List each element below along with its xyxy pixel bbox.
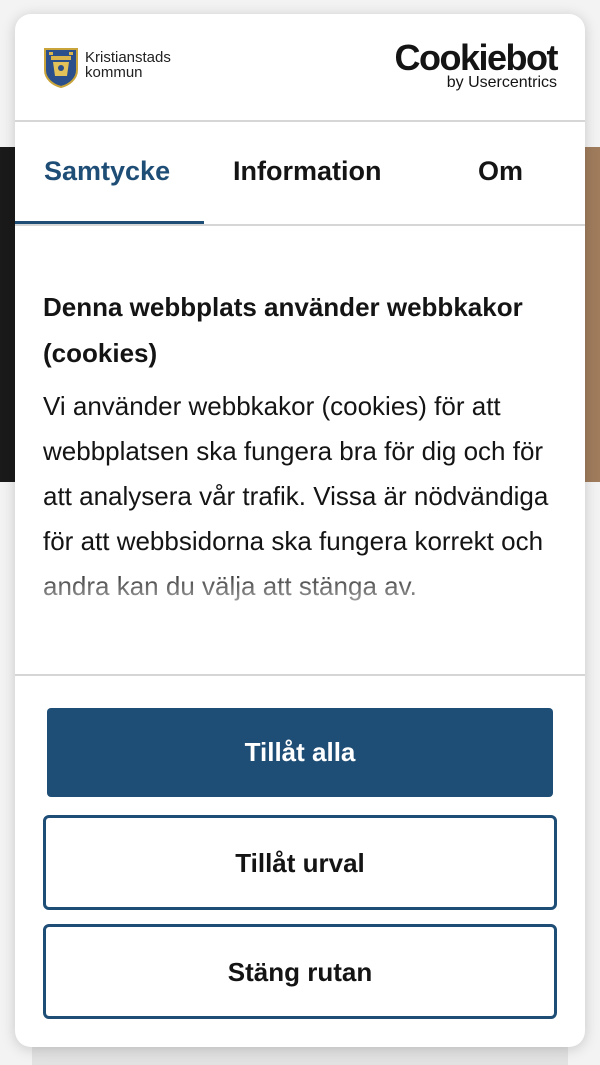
background-photo-left <box>0 147 16 482</box>
cookiebot-logo[interactable]: Cookiebot by Usercentrics <box>394 37 559 92</box>
brand-name-line1: Kristianstads <box>85 49 171 66</box>
consent-heading: Denna webbplats använder webbkakor (cook… <box>43 292 523 368</box>
allow-selection-button[interactable]: Tillåt urval <box>43 815 557 910</box>
consent-content[interactable]: Denna webbplats använder webbkakor (cook… <box>43 284 553 664</box>
tab-bar: Samtycke Information Om <box>15 122 585 226</box>
crest-icon <box>44 48 78 88</box>
dialog-header: Kristianstads kommun Cookiebot by Userce… <box>15 14 585 122</box>
brand-name: Kristianstads kommun <box>85 50 171 80</box>
active-tab-indicator <box>15 221 204 224</box>
close-dialog-button[interactable]: Stäng rutan <box>43 924 557 1019</box>
tab-information[interactable]: Information <box>233 122 382 224</box>
cookie-consent-dialog: Kristianstads kommun Cookiebot by Userce… <box>15 14 585 1047</box>
cookiebot-wordmark: Cookiebot <box>394 37 559 78</box>
background-photo-right <box>584 147 600 482</box>
background-page-edge <box>32 1045 568 1065</box>
allow-all-button[interactable]: Tillåt alla <box>47 708 553 797</box>
brand-logo: Kristianstads kommun <box>43 46 171 88</box>
brand-name-line2: kommun <box>85 64 143 81</box>
tab-samtycke[interactable]: Samtycke <box>44 122 170 224</box>
content-fade-overlay <box>43 564 553 664</box>
footer-divider <box>15 674 585 676</box>
tab-om[interactable]: Om <box>478 122 523 224</box>
